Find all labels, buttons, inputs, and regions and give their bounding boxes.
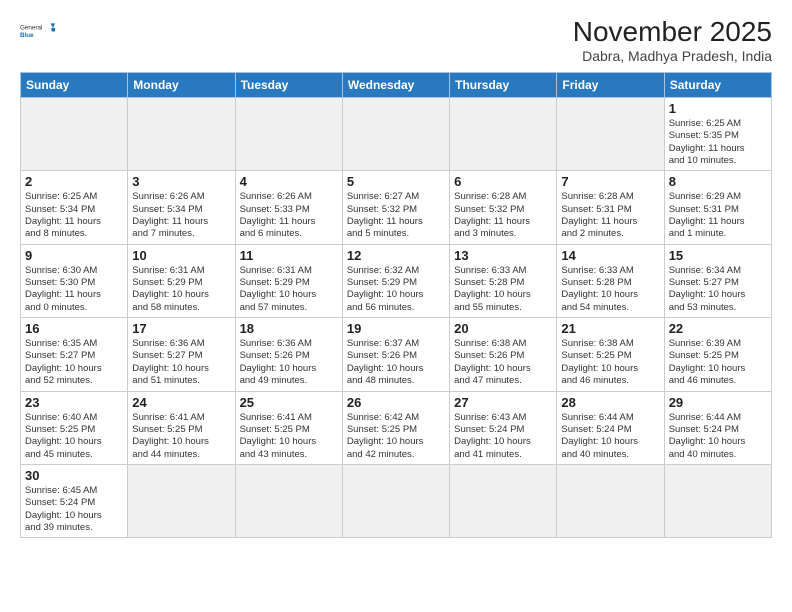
week-row-5: 23 Sunrise: 6:40 AMSunset: 5:25 PMDaylig… [21, 391, 772, 464]
day-3: 3 Sunrise: 6:26 AMSunset: 5:34 PMDayligh… [128, 171, 235, 244]
day-30: 30 Sunrise: 6:45 AMSunset: 5:24 PMDaylig… [21, 464, 128, 537]
week-row-4: 16 Sunrise: 6:35 AMSunset: 5:27 PMDaylig… [21, 318, 772, 391]
empty-cell [21, 98, 128, 171]
header: GeneralBlue November 2025 Dabra, Madhya … [20, 16, 772, 64]
header-wednesday: Wednesday [342, 73, 449, 98]
day-18: 18 Sunrise: 6:36 AMSunset: 5:26 PMDaylig… [235, 318, 342, 391]
calendar-table: Sunday Monday Tuesday Wednesday Thursday… [20, 72, 772, 538]
header-monday: Monday [128, 73, 235, 98]
svg-text:Blue: Blue [20, 32, 34, 39]
weekday-header-row: Sunday Monday Tuesday Wednesday Thursday… [21, 73, 772, 98]
day-12: 12 Sunrise: 6:32 AMSunset: 5:29 PMDaylig… [342, 244, 449, 317]
day-28: 28 Sunrise: 6:44 AMSunset: 5:24 PMDaylig… [557, 391, 664, 464]
svg-text:General: General [20, 25, 42, 32]
day-13: 13 Sunrise: 6:33 AMSunset: 5:28 PMDaylig… [450, 244, 557, 317]
day-10: 10 Sunrise: 6:31 AMSunset: 5:29 PMDaylig… [128, 244, 235, 317]
week-row-3: 9 Sunrise: 6:30 AMSunset: 5:30 PMDayligh… [21, 244, 772, 317]
week-row-2: 2 Sunrise: 6:25 AMSunset: 5:34 PMDayligh… [21, 171, 772, 244]
header-sunday: Sunday [21, 73, 128, 98]
day-14: 14 Sunrise: 6:33 AMSunset: 5:28 PMDaylig… [557, 244, 664, 317]
empty-cell [342, 464, 449, 537]
day-15: 15 Sunrise: 6:34 AMSunset: 5:27 PMDaylig… [664, 244, 771, 317]
week-row-6: 30 Sunrise: 6:45 AMSunset: 5:24 PMDaylig… [21, 464, 772, 537]
day-4: 4 Sunrise: 6:26 AMSunset: 5:33 PMDayligh… [235, 171, 342, 244]
logo: GeneralBlue [20, 16, 56, 46]
day-5: 5 Sunrise: 6:27 AMSunset: 5:32 PMDayligh… [342, 171, 449, 244]
title-block: November 2025 Dabra, Madhya Pradesh, Ind… [573, 16, 772, 64]
week-row-1: 1 Sunrise: 6:25 AMSunset: 5:35 PMDayligh… [21, 98, 772, 171]
day-19: 19 Sunrise: 6:37 AMSunset: 5:26 PMDaylig… [342, 318, 449, 391]
day-info-1: Sunrise: 6:25 AMSunset: 5:35 PMDaylight:… [669, 118, 745, 166]
month-title: November 2025 [573, 16, 772, 48]
day-27: 27 Sunrise: 6:43 AMSunset: 5:24 PMDaylig… [450, 391, 557, 464]
empty-cell [342, 98, 449, 171]
empty-cell [557, 464, 664, 537]
day-24: 24 Sunrise: 6:41 AMSunset: 5:25 PMDaylig… [128, 391, 235, 464]
day-8: 8 Sunrise: 6:29 AMSunset: 5:31 PMDayligh… [664, 171, 771, 244]
day-6: 6 Sunrise: 6:28 AMSunset: 5:32 PMDayligh… [450, 171, 557, 244]
day-29: 29 Sunrise: 6:44 AMSunset: 5:24 PMDaylig… [664, 391, 771, 464]
day-25: 25 Sunrise: 6:41 AMSunset: 5:25 PMDaylig… [235, 391, 342, 464]
empty-cell [664, 464, 771, 537]
empty-cell [128, 98, 235, 171]
empty-cell [450, 98, 557, 171]
day-26: 26 Sunrise: 6:42 AMSunset: 5:25 PMDaylig… [342, 391, 449, 464]
header-friday: Friday [557, 73, 664, 98]
header-tuesday: Tuesday [235, 73, 342, 98]
header-thursday: Thursday [450, 73, 557, 98]
page: GeneralBlue November 2025 Dabra, Madhya … [0, 0, 792, 612]
empty-cell [235, 98, 342, 171]
day-2: 2 Sunrise: 6:25 AMSunset: 5:34 PMDayligh… [21, 171, 128, 244]
day-22: 22 Sunrise: 6:39 AMSunset: 5:25 PMDaylig… [664, 318, 771, 391]
day-7: 7 Sunrise: 6:28 AMSunset: 5:31 PMDayligh… [557, 171, 664, 244]
header-saturday: Saturday [664, 73, 771, 98]
day-16: 16 Sunrise: 6:35 AMSunset: 5:27 PMDaylig… [21, 318, 128, 391]
empty-cell [235, 464, 342, 537]
empty-cell [450, 464, 557, 537]
generalblue-logo-icon: GeneralBlue [20, 16, 56, 46]
day-23: 23 Sunrise: 6:40 AMSunset: 5:25 PMDaylig… [21, 391, 128, 464]
day-1: 1 Sunrise: 6:25 AMSunset: 5:35 PMDayligh… [664, 98, 771, 171]
location: Dabra, Madhya Pradesh, India [573, 48, 772, 64]
day-11: 11 Sunrise: 6:31 AMSunset: 5:29 PMDaylig… [235, 244, 342, 317]
day-number-1: 1 [669, 101, 767, 116]
day-17: 17 Sunrise: 6:36 AMSunset: 5:27 PMDaylig… [128, 318, 235, 391]
empty-cell [557, 98, 664, 171]
empty-cell [128, 464, 235, 537]
day-9: 9 Sunrise: 6:30 AMSunset: 5:30 PMDayligh… [21, 244, 128, 317]
day-20: 20 Sunrise: 6:38 AMSunset: 5:26 PMDaylig… [450, 318, 557, 391]
day-21: 21 Sunrise: 6:38 AMSunset: 5:25 PMDaylig… [557, 318, 664, 391]
